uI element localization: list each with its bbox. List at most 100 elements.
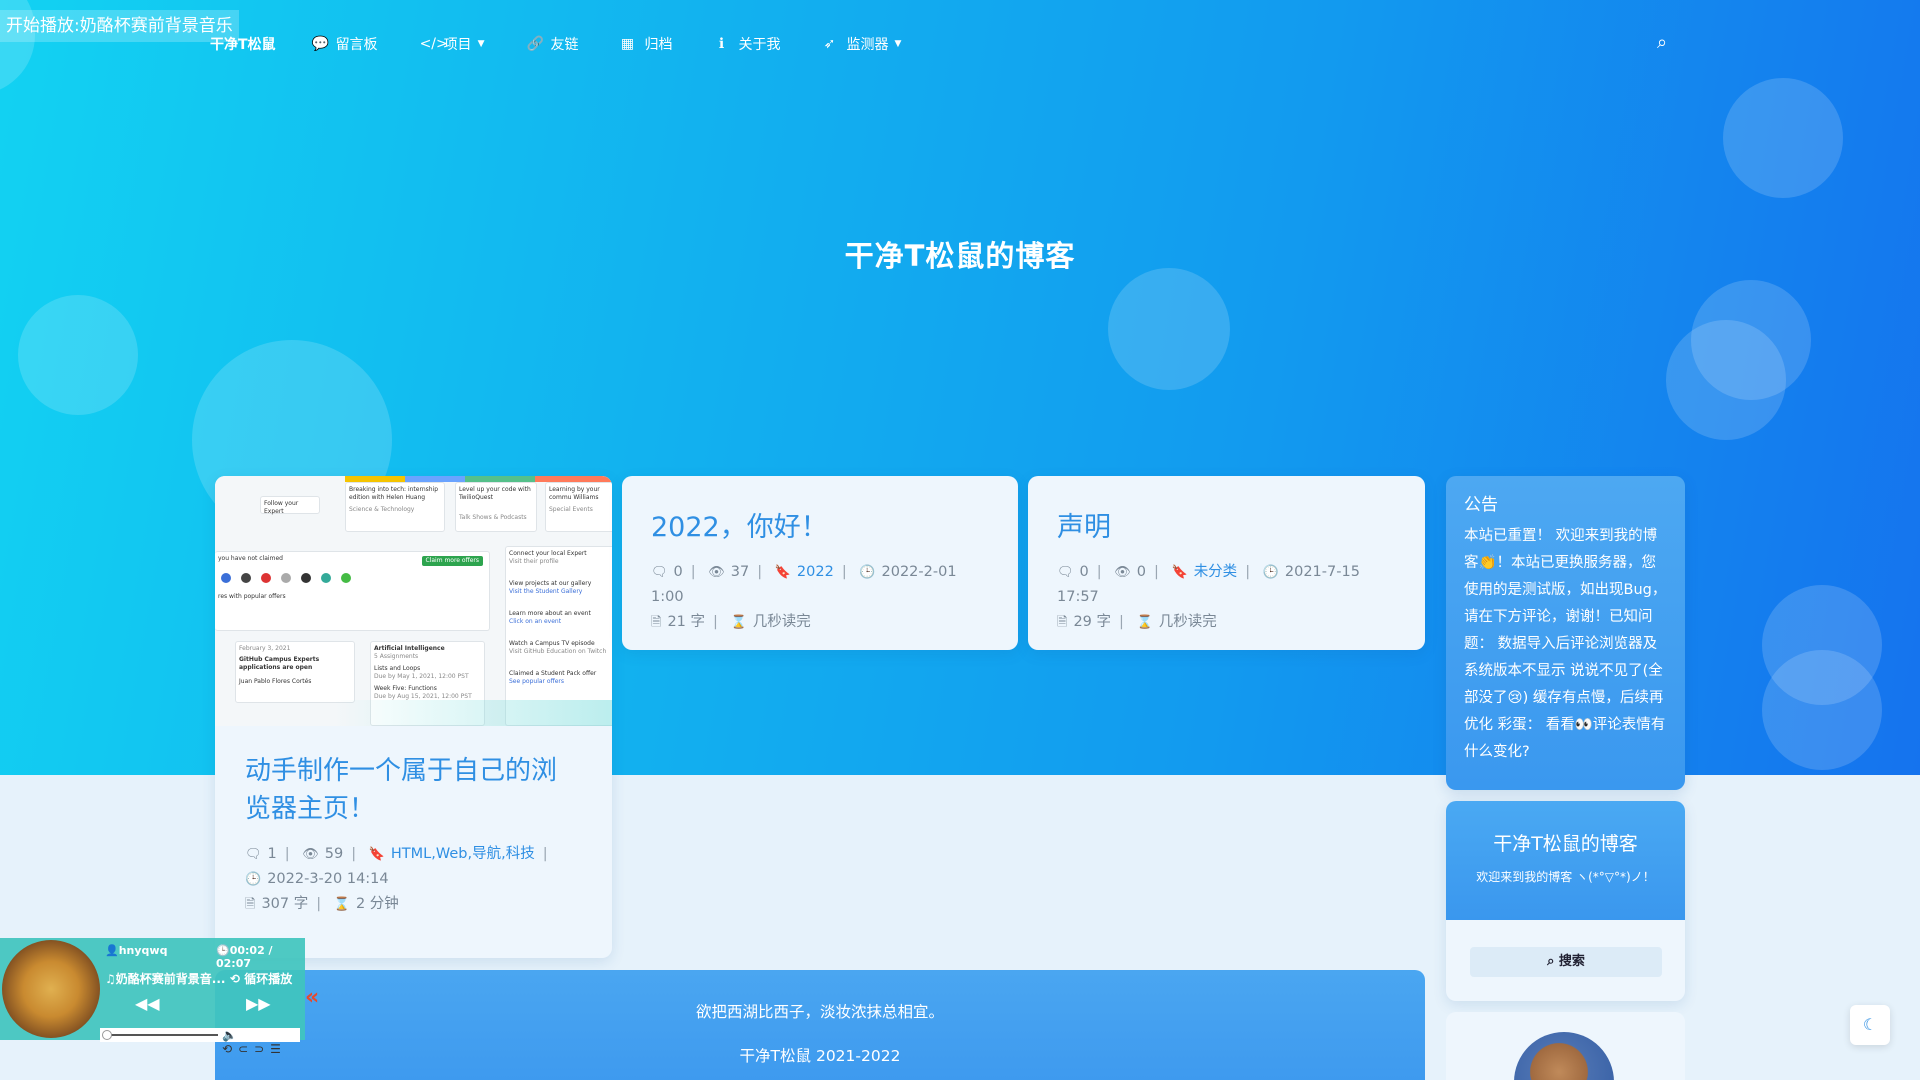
comments-icon: 🗨 xyxy=(651,565,668,580)
playlist-icon[interactable]: ☰ xyxy=(270,1042,287,1056)
post-card[interactable]: 2022，你好！ 🗨 0 | 👁 37 | 🔖 2022 | 🕒 2022-2-01 1:00… xyxy=(622,476,1018,650)
separator: | xyxy=(351,846,357,862)
nav-brand[interactable]: 干净T松鼠 xyxy=(210,34,276,54)
player-collapse-icon[interactable]: « xyxy=(305,985,319,1010)
notice-text: 本站已重置！ 欢迎来到我的博客👏！本站已更换服务器，您使用的是测试版，如出现Bu… xyxy=(1464,528,1667,760)
clock-icon: 🕒 xyxy=(216,944,230,957)
dark-mode-toggle-icon[interactable]: ☾ xyxy=(1850,1005,1890,1045)
thumb-text: View projects at our gallery xyxy=(509,580,592,587)
player-time: 🕒00:02 / 02:07 xyxy=(216,944,305,970)
post-tags[interactable]: HTML,Web,导航,科技 xyxy=(391,846,535,862)
nav-item-label: 留言板 xyxy=(335,37,378,53)
bookmark-icon: 🔖 xyxy=(774,565,791,580)
avatar[interactable] xyxy=(1514,1032,1614,1080)
sidebar-search-button[interactable]: ⌕ 搜索 xyxy=(1470,947,1662,977)
caret-down-icon: ▼ xyxy=(477,39,485,49)
footer: 欲把西湖比西子，淡妆浓抹总相宜。 干净T松鼠 2021-2022 xyxy=(215,970,1425,1080)
calendar-icon: ▦ xyxy=(620,36,635,52)
separator: | xyxy=(1096,564,1102,580)
post-title[interactable]: 2022，你好！ xyxy=(622,508,1018,548)
nav-item-monitor[interactable]: ➶ 监测器 ▼ xyxy=(822,34,902,54)
post-card[interactable]: 声明 🗨 0 | 👁 0 | 🔖 未分类 | 🕒 2021-7-15 17:57 🗎 29 字 |… xyxy=(1028,476,1425,650)
clock-icon: 🕒 xyxy=(245,872,262,887)
bubble xyxy=(1666,320,1786,440)
thumb-text: February 3, 2021 xyxy=(239,645,291,652)
thumb-text: Visit GitHub Education on Twitch xyxy=(509,648,607,655)
thumb-text: Visit the Student Gallery xyxy=(509,588,583,595)
nav-item-about[interactable]: ℹ 关于我 xyxy=(714,34,781,54)
nav-item-label: 友链 xyxy=(550,37,579,53)
profile-header: 干净T松鼠的博客 欢迎来到我的博客 ヽ(*°▽°*)ノ！ xyxy=(1446,801,1685,920)
thumb-checklist: Connect your local Expert Visit their pr… xyxy=(505,546,612,726)
thumb-text: Click on an event xyxy=(509,618,562,625)
post-title[interactable]: 声明 xyxy=(1028,508,1425,548)
post-tags[interactable]: 2022 xyxy=(797,564,834,580)
read-time: 几秒读完 xyxy=(1158,614,1217,630)
comments-icon: 🗨 xyxy=(245,847,262,862)
post-tags[interactable]: 未分类 xyxy=(1194,564,1238,580)
user-icon: 👤 xyxy=(105,944,119,957)
word-count: 21 字 xyxy=(667,614,706,630)
read-time: 2 分钟 xyxy=(355,896,399,912)
thumb-text: See popular offers xyxy=(509,678,564,685)
top-nav: 干净T松鼠 💬 留言板 </> 项目 ▼ 🔗 友链 ▦ 归档 ℹ 关于我 ➶ 监… xyxy=(210,30,943,58)
bubble xyxy=(1723,78,1843,198)
nav-item-links[interactable]: 🔗 友链 xyxy=(526,34,578,54)
thumb-text: Due by May 1, 2021, 12:00 PST xyxy=(374,673,469,680)
view-count: 0 xyxy=(1136,564,1146,580)
thumb-text: Science & Technology xyxy=(349,506,415,513)
thumb-text: Special Events xyxy=(549,506,593,513)
comment-count: 1 xyxy=(267,846,277,862)
view-count: 59 xyxy=(324,846,344,862)
info-icon: ℹ xyxy=(718,36,725,52)
post-title[interactable]: 动手制作一个属于自己的浏览器主页！ xyxy=(215,752,612,828)
clock-icon: 🕒 xyxy=(859,565,876,580)
footer-brand[interactable]: 干净T松鼠 xyxy=(740,1047,811,1065)
thumb-text: Level up your code with TwilioQuest xyxy=(459,486,531,501)
profile-name: 干净T松鼠的博客 xyxy=(1493,833,1638,855)
thumb-text: Claim more offers xyxy=(421,556,483,566)
nav-item-label: 归档 xyxy=(644,37,673,53)
footer-years: 2021-2022 xyxy=(815,1047,901,1065)
link-icon: 🔗 xyxy=(526,36,544,52)
post-meta: 🗨 1 | 👁 59 | 🔖 HTML,Web,导航,科技 | 🕒 2022-3-20 14:… xyxy=(215,842,612,917)
comment-count: 0 xyxy=(1079,564,1089,580)
repeat-icon[interactable]: ⟲ xyxy=(222,1042,238,1056)
nav-item-label: 项目 xyxy=(443,37,472,53)
post-thumbnail[interactable]: Follow your Expert Breaking into tech: i… xyxy=(215,476,612,726)
thumb-text: res with popular offers xyxy=(218,593,286,600)
search-icon[interactable]: ⌕ xyxy=(1657,32,1667,53)
thumb-text: Week Five: Functions xyxy=(374,685,437,692)
next-icon[interactable]: ▶▶ xyxy=(246,994,271,1013)
nav-item-projects[interactable]: </> 项目 ▼ xyxy=(420,34,485,54)
thumb-text: Visit their profile xyxy=(509,558,559,565)
music-icon: ♫ xyxy=(105,972,116,986)
thumb-dot xyxy=(341,573,351,583)
nav-item-archive[interactable]: ▦ 归档 xyxy=(620,34,673,54)
thumb-box: February 3, 2021 GitHub Campus Experts a… xyxy=(235,641,355,703)
nav-item-guestbook[interactable]: 💬 留言板 xyxy=(312,34,378,54)
thumb-text: Watch a Campus TV episode xyxy=(509,640,595,647)
player-mode[interactable]: ⟲ 循环播放 xyxy=(230,970,292,987)
progress-knob[interactable] xyxy=(101,1030,112,1040)
word-icon: 🗎 xyxy=(245,897,256,912)
view-count: 37 xyxy=(730,564,750,580)
separator: | xyxy=(542,846,548,862)
lyrics-toggle-icon[interactable]: ⊂⊃ xyxy=(238,1042,270,1056)
comments-icon: 🗨 xyxy=(1057,565,1074,580)
post-card[interactable]: Follow your Expert Breaking into tech: i… xyxy=(215,476,612,958)
player-song: ♫奶酪杯赛前背景音... xyxy=(105,970,225,987)
site-title: 干净T松鼠的博客 xyxy=(844,239,1076,273)
search-icon: ⌕ xyxy=(1547,954,1559,969)
previous-icon[interactable]: ◀◀ xyxy=(135,994,160,1013)
rocket-icon: ➶ xyxy=(823,36,836,52)
thumb-offers-panel: you have not claimed Claim more offers r… xyxy=(215,551,490,631)
thumb-text: Connect your local Expert xyxy=(509,550,587,557)
progress-track[interactable] xyxy=(108,1034,218,1036)
word-icon: 🗎 xyxy=(1057,615,1068,630)
thumb-dot xyxy=(281,573,291,583)
volume-icon[interactable]: 🔈 xyxy=(222,1028,243,1042)
separator: | xyxy=(284,846,290,862)
album-cover[interactable] xyxy=(2,940,100,1038)
separator: | xyxy=(690,564,696,580)
